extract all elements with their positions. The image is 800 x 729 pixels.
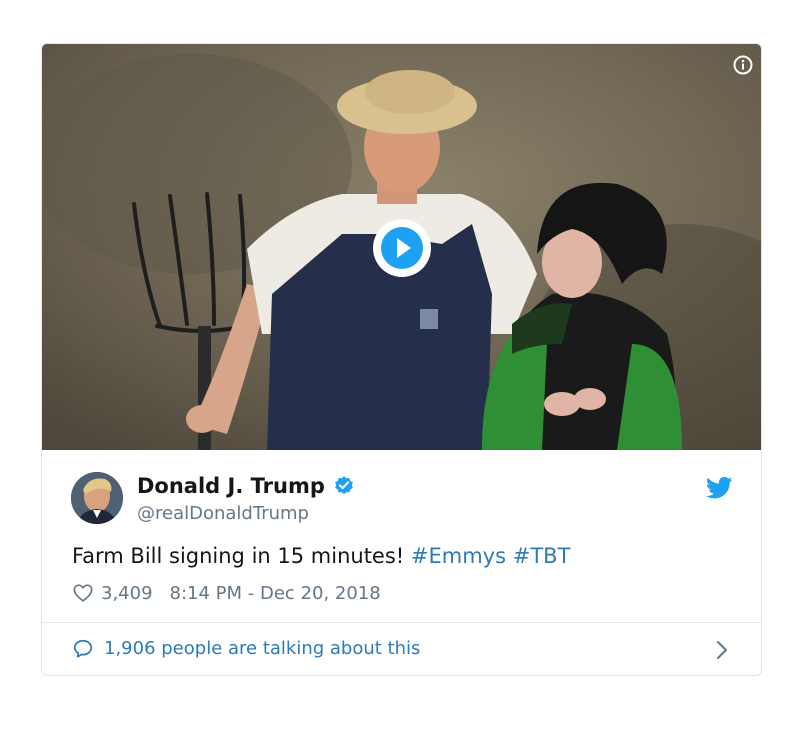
play-icon <box>381 227 423 269</box>
display-name[interactable]: Donald J. Trump <box>137 474 355 498</box>
play-button[interactable] <box>373 219 431 277</box>
display-name-text: Donald J. Trump <box>137 474 325 498</box>
chat-bubble-icon <box>73 639 93 658</box>
like-count[interactable]: 3,409 <box>101 583 153 604</box>
heart-icon[interactable] <box>72 582 94 604</box>
tweet-header: Donald J. Trump @realDonaldTrump <box>42 450 761 530</box>
user-handle[interactable]: @realDonaldTrump <box>137 503 309 524</box>
avatar-image <box>71 472 123 524</box>
info-icon[interactable] <box>733 55 753 75</box>
hashtag-emmys[interactable]: #Emmys <box>411 544 506 568</box>
tweet-meta: 3,409 8:14 PM - Dec 20, 2018 <box>72 582 381 604</box>
conversation-link[interactable]: 1,906 people are talking about this <box>42 623 761 675</box>
chevron-right-icon <box>717 641 727 659</box>
tweet-text-body: Farm Bill signing in 15 minutes! <box>72 544 405 568</box>
avatar[interactable] <box>71 472 123 524</box>
hashtag-tbt[interactable]: #TBT <box>513 544 571 568</box>
tweet-text: Farm Bill signing in 15 minutes! #Emmys … <box>72 544 570 568</box>
timestamp[interactable]: 8:14 PM - Dec 20, 2018 <box>170 583 381 604</box>
twitter-bird-icon[interactable] <box>706 476 733 500</box>
conversation-text: 1,906 people are talking about this <box>104 638 421 659</box>
embedded-tweet-card: Donald J. Trump @realDonaldTrump Farm Bi… <box>41 43 762 676</box>
video-thumbnail[interactable] <box>42 44 761 450</box>
verified-badge-icon <box>334 476 353 495</box>
